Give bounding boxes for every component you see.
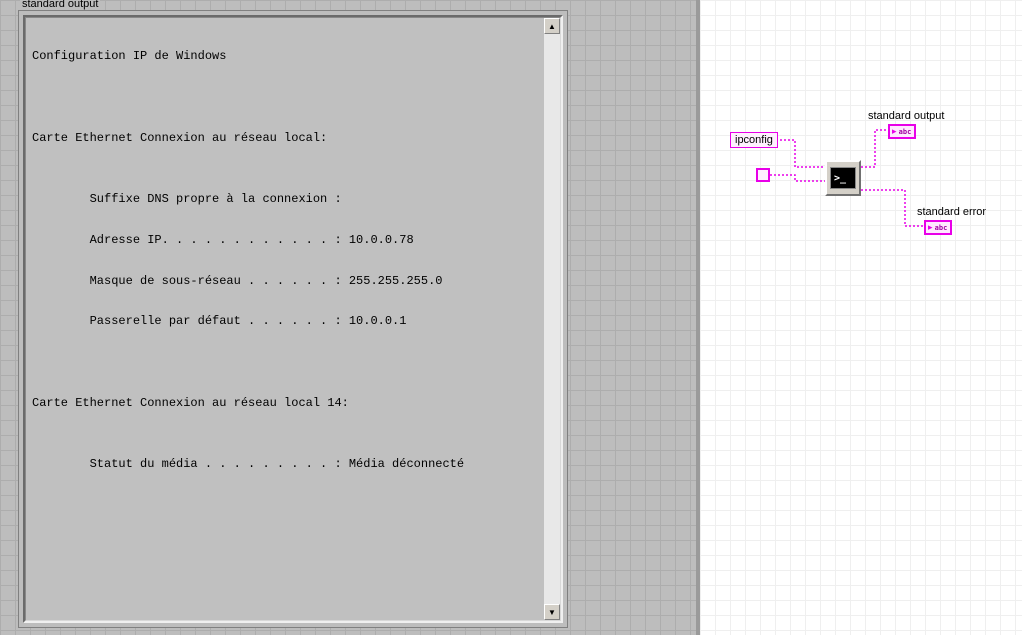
block-diagram: ipconfig standard output abc standard er…	[700, 0, 1022, 635]
wires	[700, 0, 1020, 300]
system-exec-node[interactable]	[825, 160, 861, 196]
standard-output-terminal[interactable]: abc	[888, 124, 916, 139]
standard-output-group: standard output Configuration IP de Wind…	[18, 0, 568, 628]
scroll-up-button[interactable]: ▲	[544, 18, 560, 34]
scroll-down-button[interactable]: ▼	[544, 604, 560, 620]
standard-error-terminal-label: standard error	[917, 206, 986, 218]
standard-output-text: Configuration IP de Windows Carte Ethern…	[26, 18, 544, 620]
terminal-icon	[830, 167, 856, 189]
string-type-icon: abc	[899, 128, 912, 136]
command-string-constant[interactable]: ipconfig	[730, 132, 778, 148]
standard-error-terminal[interactable]: abc	[924, 220, 952, 235]
string-indicator-frame: Configuration IP de Windows Carte Ethern…	[18, 10, 568, 628]
string-indicator[interactable]: Configuration IP de Windows Carte Ethern…	[23, 15, 563, 623]
standard-output-label: standard output	[20, 0, 100, 10]
standard-output-terminal-label: standard output	[868, 110, 944, 122]
scrollbar[interactable]: ▲ ▼	[544, 18, 560, 620]
scroll-track[interactable]	[544, 34, 560, 604]
string-type-icon: abc	[935, 224, 948, 232]
front-panel: standard output Configuration IP de Wind…	[0, 0, 700, 635]
empty-string-constant[interactable]	[756, 168, 770, 182]
